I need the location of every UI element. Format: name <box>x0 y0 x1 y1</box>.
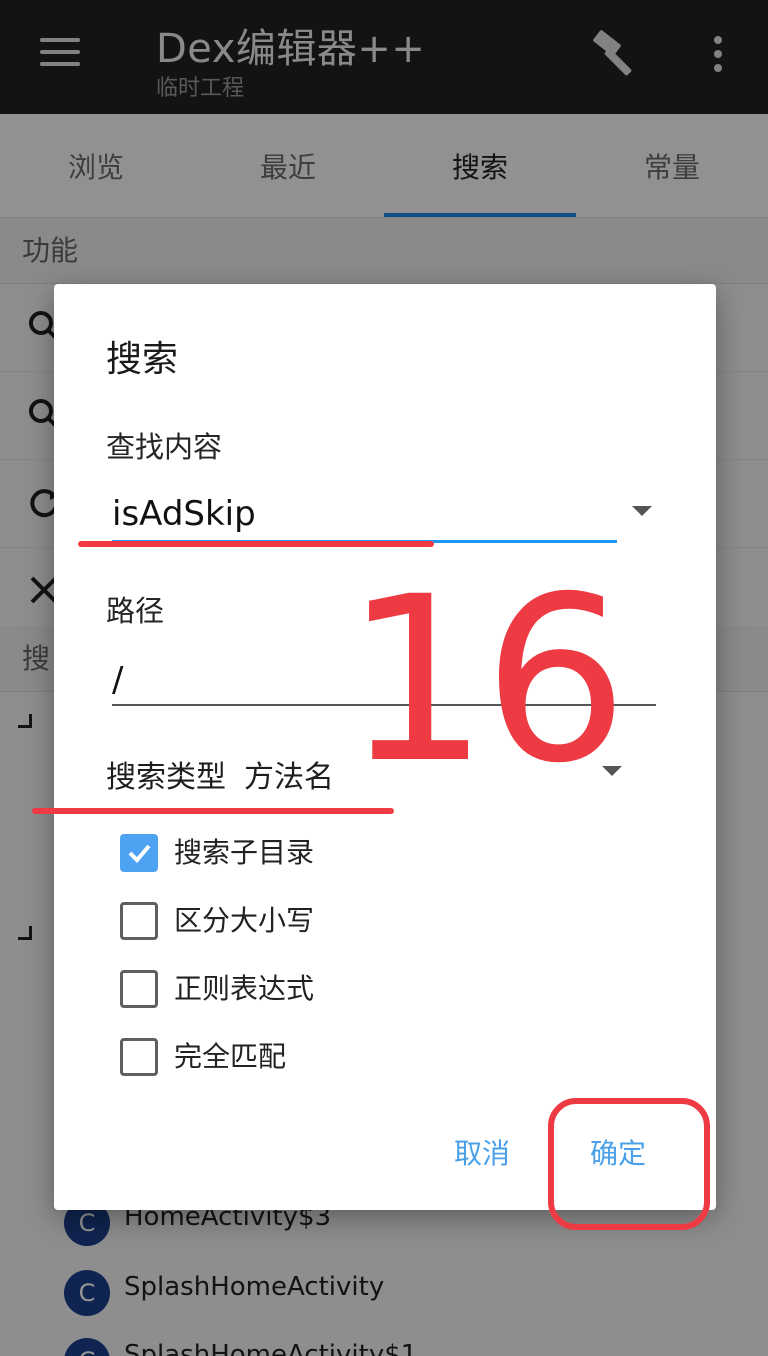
checkbox-checked[interactable] <box>120 834 158 872</box>
path-label: 路径 <box>106 594 165 628</box>
screen: Dex编辑器++ 临时工程 浏览 最近 搜索 常量 功能 搜 C HomeAct… <box>0 0 768 1356</box>
dialog-title: 搜索 <box>106 339 179 380</box>
search-type-value: 方法名 <box>244 760 334 795</box>
annotation-step-number: 16 <box>344 547 628 813</box>
option-label: 区分大小写 <box>174 904 315 937</box>
option-label: 完全匹配 <box>174 1040 287 1073</box>
cancel-button[interactable]: 取消 <box>454 1132 510 1172</box>
search-type-select[interactable]: 搜索类型 方法名 <box>106 752 334 796</box>
search-type-label: 搜索类型 <box>106 760 226 795</box>
content-label: 查找内容 <box>106 430 223 464</box>
annotation-underline <box>32 808 394 814</box>
option-label: 正则表达式 <box>174 972 315 1005</box>
content-history-dropdown-icon[interactable] <box>632 506 652 516</box>
checkbox[interactable] <box>120 970 158 1008</box>
option-label: 搜索子目录 <box>174 836 315 869</box>
checkbox[interactable] <box>120 902 158 940</box>
checkbox[interactable] <box>120 1038 158 1076</box>
annotation-highlight-box <box>548 1098 710 1230</box>
content-input[interactable] <box>112 490 592 538</box>
